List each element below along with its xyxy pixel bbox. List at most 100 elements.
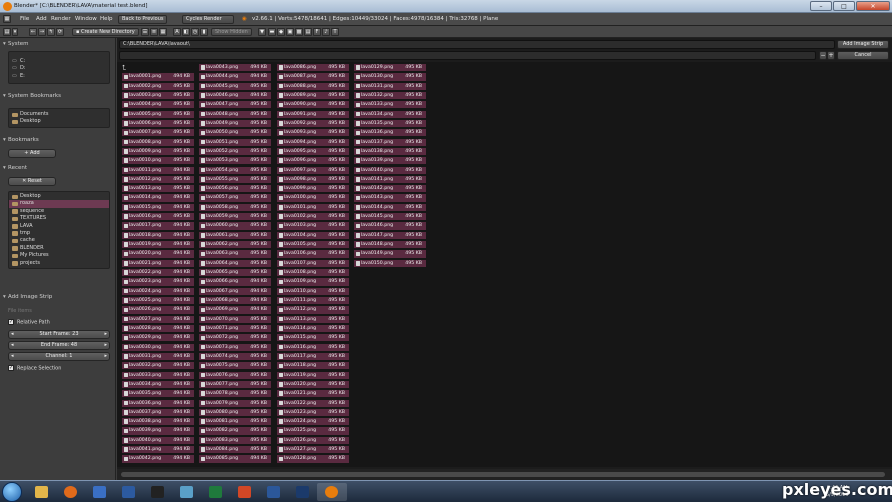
file-item[interactable]: lava0052.png 495 KB (199, 147, 271, 156)
filter-movie-icon[interactable]: ▩ (295, 28, 303, 36)
menu-file[interactable]: File (20, 16, 29, 22)
file-item[interactable]: lava0096.png 495 KB (277, 157, 349, 165)
file-item[interactable]: lava0109.png 495 KB (277, 278, 349, 286)
file-item[interactable]: lava0003.png 495 KB (122, 91, 194, 100)
file-item[interactable]: lava0141.png 495 KB (354, 175, 426, 184)
file-item[interactable]: lava0133.png 495 KB (354, 101, 426, 109)
file-item[interactable]: lava0099.png 495 KB (277, 185, 349, 193)
section-system-bookmarks[interactable]: ▾ System Bookmarks (3, 93, 113, 99)
file-item[interactable]: lava0104.png 495 KB (277, 231, 349, 239)
file-item[interactable]: lava0007.png 495 KB (122, 129, 194, 137)
taskbar-blender[interactable] (317, 483, 347, 501)
list-item[interactable]: ▭ E: (9, 73, 109, 80)
file-item[interactable]: lava0098.png 495 KB (277, 175, 349, 184)
list-item[interactable]: LAVA (9, 223, 109, 230)
list-item[interactable]: projects (9, 260, 109, 267)
file-item[interactable]: lava0029.png 494 KB (122, 334, 194, 342)
file-item[interactable]: lava0053.png 495 KB (199, 157, 271, 165)
file-item[interactable]: lava0102.png 495 KB (277, 213, 349, 221)
file-item[interactable]: lava0080.png 495 KB (199, 408, 271, 417)
reset-recent-button[interactable]: ✕ Reset (8, 177, 56, 186)
file-item[interactable]: lava0116.png 495 KB (277, 343, 349, 351)
file-item[interactable]: lava0011.png 494 KB (122, 166, 194, 174)
start-button[interactable] (2, 482, 22, 502)
file-item[interactable]: lava0012.png 495 KB (122, 175, 194, 184)
file-item[interactable]: lava0047.png 495 KB (199, 101, 271, 109)
file-item[interactable]: lava0019.png 494 KB (122, 241, 194, 249)
file-item[interactable]: lava0013.png 495 KB (122, 185, 194, 193)
show-hidden-toggle[interactable]: Show Hidden (211, 28, 252, 36)
file-item[interactable]: lava0026.png 494 KB (122, 306, 194, 314)
arrow-right-icon[interactable]: → (38, 28, 46, 36)
replace-selection-checkbox[interactable]: ✓ Replace Selection (8, 365, 61, 372)
start-frame-field[interactable]: ◂ Start Frame: 23 ▸ (8, 330, 110, 339)
file-item[interactable]: lava0065.png 495 KB (199, 269, 271, 277)
list-item[interactable]: tmp (9, 230, 109, 237)
file-item[interactable]: lava0106.png 495 KB (277, 250, 349, 258)
file-item[interactable]: lava0117.png 495 KB (277, 352, 349, 361)
file-item[interactable]: lava0031.png 494 KB (122, 352, 194, 361)
file-item[interactable]: lava0132.png 495 KB (354, 91, 426, 100)
file-item[interactable]: lava0086.png 495 KB (277, 64, 349, 72)
taskbar-explorer[interactable] (27, 483, 57, 501)
increment-button[interactable]: + (827, 51, 835, 60)
file-item[interactable]: lava0142.png 495 KB (354, 185, 426, 193)
parent-directory-icon[interactable]: ⮤ (122, 64, 126, 73)
file-item[interactable]: lava0072.png 495 KB (199, 334, 271, 342)
filter-sound-icon[interactable]: ♪ (322, 28, 330, 36)
maximize-button[interactable]: □ (833, 1, 855, 11)
list-item[interactable]: Desktop (9, 193, 109, 200)
taskbar-app[interactable] (143, 483, 173, 501)
file-item[interactable]: lava0115.png 495 KB (277, 334, 349, 342)
list-item[interactable]: BLENDER (9, 245, 109, 252)
add-image-strip-button[interactable]: Add Image Strip (837, 40, 889, 49)
section-recent[interactable]: ▾ Recent (3, 165, 113, 171)
file-item[interactable]: lava0020.png 494 KB (122, 250, 194, 258)
filename-field[interactable] (119, 51, 816, 60)
view-detailed-list-icon[interactable]: ≡ (150, 28, 158, 36)
section-add-image-strip[interactable]: ▾ Add Image Strip (3, 294, 113, 300)
taskbar-photoshop[interactable] (288, 483, 318, 501)
menu-add[interactable]: Add (36, 16, 47, 22)
file-item[interactable]: lava0008.png 495 KB (122, 138, 194, 146)
file-item[interactable]: lava0094.png 495 KB (277, 138, 349, 146)
file-item[interactable]: lava0127.png 495 KB (277, 446, 349, 454)
taskbar-powerpoint[interactable] (230, 483, 260, 501)
file-item[interactable]: lava0123.png 495 KB (277, 408, 349, 417)
file-item[interactable]: lava0111.png 495 KB (277, 297, 349, 305)
list-item[interactable]: ▭ C: (9, 58, 109, 65)
file-item[interactable]: lava0025.png 494 KB (122, 297, 194, 305)
render-engine-select[interactable]: Cycles Render (182, 15, 234, 24)
file-item[interactable]: lava0140.png 495 KB (354, 166, 426, 174)
file-item[interactable]: lava0035.png 494 KB (122, 390, 194, 398)
file-item[interactable]: lava0060.png 495 KB (199, 222, 271, 230)
file-item[interactable]: lava0138.png 495 KB (354, 147, 426, 156)
file-item[interactable]: lava0050.png 495 KB (199, 129, 271, 137)
editor-type-icon[interactable]: ▤ (3, 28, 11, 36)
close-button[interactable]: ✕ (856, 1, 890, 11)
file-item[interactable]: lava0118.png 495 KB (277, 362, 349, 370)
file-item[interactable]: lava0077.png 495 KB (199, 380, 271, 389)
taskbar-app[interactable] (172, 483, 202, 501)
section-bookmarks[interactable]: ▾ Bookmarks (3, 137, 113, 143)
file-item[interactable]: lava0143.png 495 KB (354, 194, 426, 202)
file-item[interactable]: lava0124.png 495 KB (277, 418, 349, 426)
file-item[interactable]: lava0113.png 495 KB (277, 315, 349, 323)
file-item[interactable]: lava0092.png 495 KB (277, 119, 349, 128)
file-item[interactable]: lava0036.png 494 KB (122, 399, 194, 407)
list-item[interactable]: TEXTURES (9, 215, 109, 222)
file-item[interactable]: lava0078.png 495 KB (199, 390, 271, 398)
file-item[interactable]: lava0059.png 495 KB (199, 213, 271, 221)
file-item[interactable]: lava0055.png 495 KB (199, 175, 271, 184)
file-item[interactable]: lava0082.png 495 KB (199, 427, 271, 435)
file-item[interactable]: lava0110.png 495 KB (277, 287, 349, 295)
file-item[interactable]: lava0002.png 495 KB (122, 82, 194, 90)
file-item[interactable]: lava0023.png 494 KB (122, 278, 194, 286)
file-item[interactable]: lava0045.png 495 KB (199, 82, 271, 90)
taskbar-word[interactable] (259, 483, 289, 501)
file-item[interactable]: lava0119.png 495 KB (277, 371, 349, 379)
file-item[interactable]: lava0039.png 494 KB (122, 427, 194, 435)
sort-alpha-icon[interactable]: A (173, 28, 181, 36)
decrement-button[interactable]: − (819, 51, 827, 60)
file-item[interactable]: lava0074.png 495 KB (199, 352, 271, 361)
